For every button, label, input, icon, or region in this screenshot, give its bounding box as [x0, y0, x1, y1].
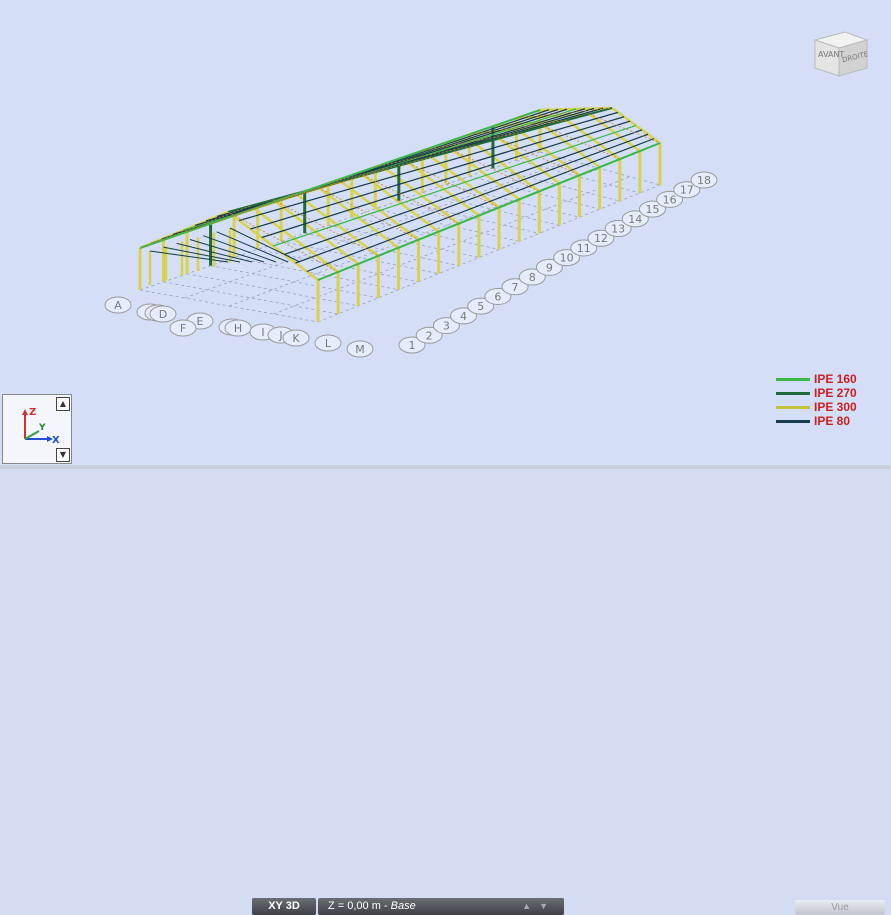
grid-number: 13: [611, 223, 625, 236]
3d-viewport[interactable]: ABCDEFGHIJKLM123456789101112131415161718…: [0, 0, 891, 469]
grid-number: 4: [460, 310, 467, 323]
viewcube-front-label: AVANT: [818, 50, 844, 59]
grid-letter: L: [325, 337, 332, 350]
legend-swatch: [776, 391, 810, 395]
legend-label: IPE 300: [814, 400, 857, 414]
grid-number: 18: [697, 174, 711, 187]
structure-model[interactable]: ABCDEFGHIJKLM123456789101112131415161718: [0, 0, 891, 469]
view-button[interactable]: Vue: [795, 900, 885, 915]
z-level-selector[interactable]: Z = 0,00 m - Base ▲▼: [318, 898, 564, 915]
grid-letter: A: [114, 299, 122, 312]
roof-purlin: [261, 120, 631, 239]
eave-beam: [317, 142, 661, 281]
legend-item: IPE 80: [776, 414, 886, 428]
view-cube[interactable]: AVANT DROITE: [805, 22, 875, 82]
roof-purlin: [250, 116, 625, 230]
grid-number: 9: [546, 261, 553, 274]
legend-item: IPE 160: [776, 372, 886, 386]
grid-number: 8: [529, 271, 536, 284]
z-level-value: Z = 0,00 m: [328, 900, 381, 912]
grid-letter: I: [261, 326, 264, 339]
grid-letter-label: D: [149, 305, 177, 323]
triad-up-button[interactable]: ▲: [56, 397, 70, 411]
grid-line: [163, 281, 339, 315]
z-level-arrows-icon[interactable]: ▲▼: [522, 898, 556, 915]
z-axis-label: Z: [29, 407, 36, 418]
grid-number: 16: [663, 193, 677, 206]
view-mode-button[interactable]: XY 3D: [252, 898, 316, 915]
legend-swatch: [776, 405, 810, 409]
legend-label: IPE 80: [814, 414, 851, 428]
legend-label: IPE 160: [814, 372, 857, 386]
grid-number: 3: [443, 320, 450, 333]
grid-line: [186, 273, 359, 307]
grid-letter: J: [278, 329, 282, 342]
grid-letter-label: L: [314, 334, 342, 352]
grid-line: [210, 265, 379, 299]
grid-letter: E: [197, 315, 204, 328]
legend-item: IPE 270: [776, 386, 886, 400]
legend-label: IPE 270: [814, 386, 857, 400]
section-legend: IPE 160 IPE 270 IPE 300 IPE 80: [776, 372, 886, 428]
grid-letter: M: [355, 343, 365, 356]
grid-letter: D: [159, 308, 167, 321]
grid-number: 14: [628, 213, 642, 226]
grid-letter-label: A: [104, 296, 132, 314]
legend-swatch: [776, 377, 810, 381]
grid-letter-label: K: [282, 329, 310, 347]
wing-purlin: [216, 231, 289, 263]
grid-letter-label: M: [346, 340, 374, 358]
grid-number: 5: [477, 300, 484, 313]
legend-item: IPE 300: [776, 400, 886, 414]
grid-number: 1: [409, 339, 416, 352]
grid-letter: K: [292, 332, 300, 345]
grid-number: 2: [426, 329, 433, 342]
grid-letter-label: H: [224, 319, 252, 337]
x-axis-label: X: [52, 435, 60, 446]
grid-number: 15: [645, 203, 659, 216]
grid-number: 6: [494, 290, 501, 303]
y-axis-label: Y: [38, 423, 46, 433]
grid-number: 17: [680, 184, 694, 197]
legend-swatch: [776, 419, 810, 423]
grid-line: [234, 257, 399, 291]
grid-letter: H: [234, 322, 242, 335]
grid-letter: F: [180, 322, 186, 335]
grid-number: 10: [560, 252, 574, 265]
grid-letter-label: F: [169, 319, 197, 337]
bottom-toolbar-strip: [0, 465, 891, 469]
wing-purlin: [229, 227, 301, 263]
roof-brace: [186, 193, 296, 233]
grid-number: 7: [512, 281, 519, 294]
grid-number: 11: [577, 242, 591, 255]
z-level-separator: -: [380, 900, 391, 912]
grid-number-label: 18: [690, 171, 718, 189]
z-level-name: Base: [390, 900, 416, 912]
frames: [138, 106, 662, 322]
grid-number: 12: [594, 232, 608, 245]
